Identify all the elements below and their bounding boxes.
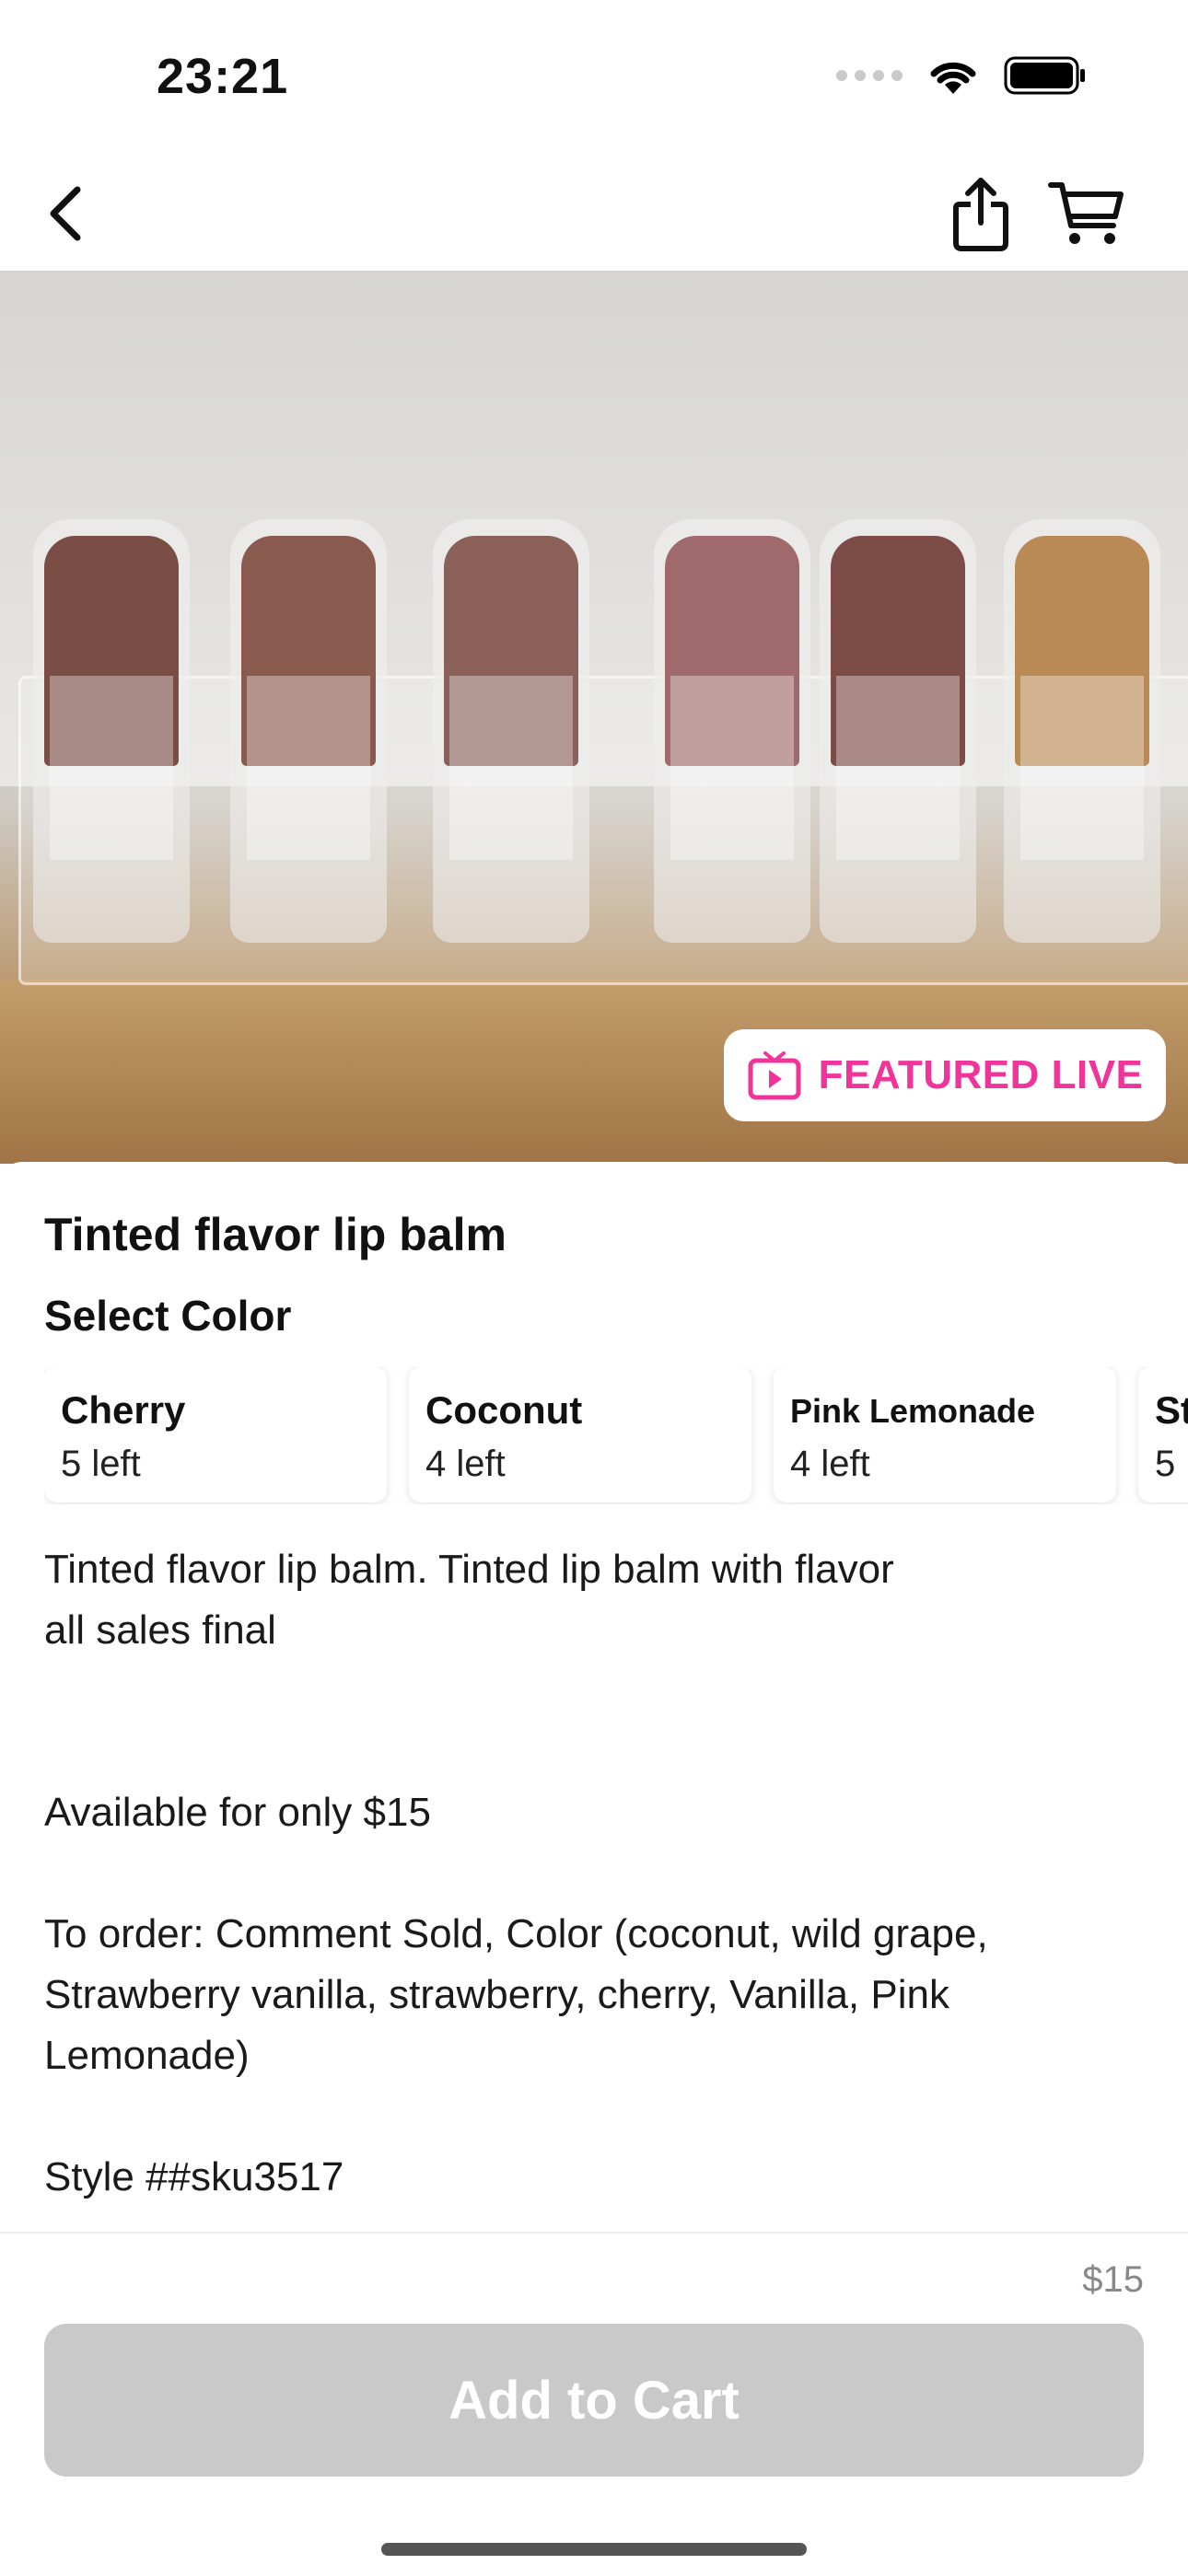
share-icon bbox=[953, 178, 1008, 251]
price-label: $15 bbox=[1082, 2259, 1144, 2300]
status-icons bbox=[836, 55, 1087, 96]
variant-name: St bbox=[1155, 1388, 1188, 1432]
variant-option-coconut[interactable]: Coconut 4 left bbox=[409, 1366, 751, 1503]
tv-play-icon bbox=[748, 1051, 801, 1100]
wifi-icon bbox=[930, 62, 976, 94]
variant-name: Coconut bbox=[425, 1388, 583, 1432]
order-instructions: To order: Comment Sold, Color (coconut, … bbox=[44, 1911, 988, 2078]
chevron-left-icon bbox=[50, 186, 81, 241]
back-button[interactable] bbox=[28, 177, 101, 250]
cart-button[interactable] bbox=[1041, 171, 1133, 256]
status-time: 23:21 bbox=[157, 49, 289, 104]
variant-stock: 5 bbox=[1155, 1444, 1176, 1484]
add-to-cart-button[interactable]: Add to Cart bbox=[44, 2324, 1144, 2477]
status-bar: 23:21 bbox=[0, 0, 1188, 157]
variant-option-cherry[interactable]: Cherry 5 left bbox=[44, 1366, 387, 1503]
image-lip-balm-tube bbox=[1004, 519, 1160, 943]
share-button[interactable] bbox=[939, 169, 1022, 258]
product-details: Tinted flavor lip balm Select Color Cher… bbox=[0, 1162, 1188, 2230]
bottom-action-bar: $15 Add to Cart bbox=[0, 2232, 1188, 2576]
variant-name: Pink Lemonade bbox=[790, 1392, 1036, 1430]
select-color-label: Select Color bbox=[44, 1292, 292, 1340]
description-line: Tinted flavor lip balm. Tinted lip balm … bbox=[44, 1547, 894, 1592]
variant-stock: 4 left bbox=[790, 1444, 870, 1484]
image-lip-balm-tube bbox=[433, 519, 589, 943]
featured-live-badge[interactable]: FEATURED LIVE bbox=[724, 1029, 1166, 1121]
cart-icon bbox=[1048, 182, 1124, 244]
home-indicator[interactable] bbox=[381, 2543, 807, 2556]
image-lip-balm-tube bbox=[654, 519, 810, 943]
product-image: FEATURED LIVE bbox=[0, 271, 1188, 1164]
image-lip-balm-tube bbox=[230, 519, 387, 943]
variant-option-strawberry[interactable]: St 5 bbox=[1138, 1366, 1188, 1503]
style-sku: Style ##sku3517 bbox=[44, 2154, 344, 2199]
cellular-signal-icon bbox=[836, 70, 903, 81]
battery-icon bbox=[1004, 56, 1085, 95]
image-lip-balm-tube bbox=[820, 519, 976, 943]
nav-bar bbox=[0, 157, 1188, 273]
featured-live-label: FEATURED LIVE bbox=[818, 1052, 1144, 1097]
image-lip-balm-tube bbox=[33, 519, 190, 943]
product-title: Tinted flavor lip balm bbox=[44, 1209, 507, 1260]
variant-stock: 4 left bbox=[425, 1444, 506, 1484]
description-line: all sales final bbox=[44, 1607, 276, 1653]
color-variant-list[interactable]: Cherry 5 left Coconut 4 left Pink Lemona… bbox=[44, 1366, 1188, 1504]
variant-option-pink-lemonade[interactable]: Pink Lemonade 4 left bbox=[774, 1366, 1116, 1503]
product-description: Tinted flavor lip balm. Tinted lip balm … bbox=[44, 1539, 1149, 2208]
variant-name: Cherry bbox=[61, 1388, 186, 1432]
availability-text: Available for only $15 bbox=[44, 1790, 431, 1835]
variant-stock: 5 left bbox=[61, 1444, 141, 1484]
